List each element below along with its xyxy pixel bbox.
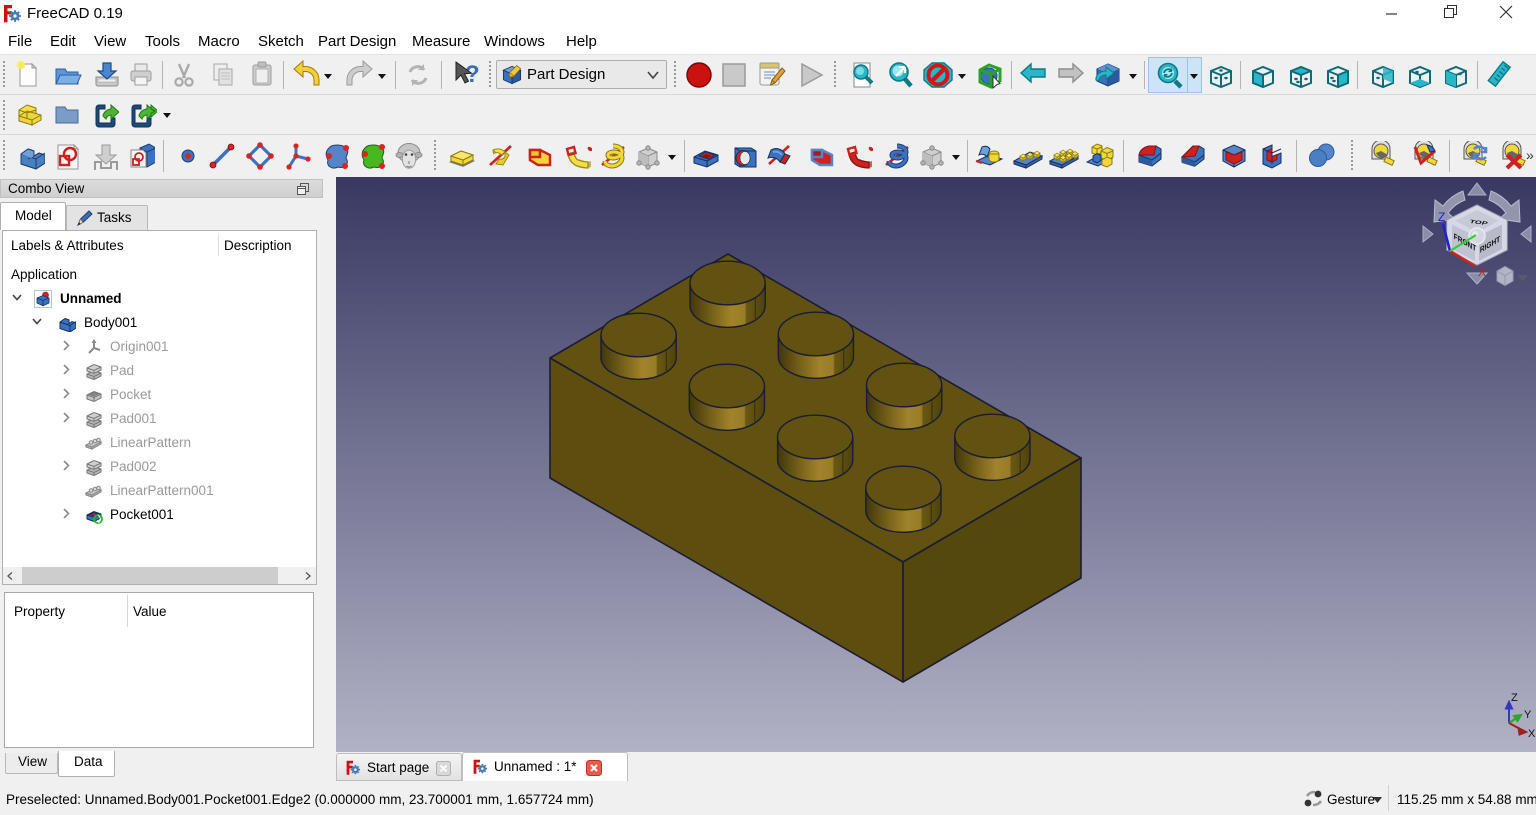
svg-text:X: X xyxy=(1528,728,1536,740)
svg-text:Y: Y xyxy=(1524,709,1532,721)
svg-text:Z: Z xyxy=(1511,692,1518,704)
svg-text:?: ? xyxy=(465,61,480,88)
svg-text:X: X xyxy=(1478,265,1486,279)
svg-text:Z: Z xyxy=(1438,210,1445,224)
